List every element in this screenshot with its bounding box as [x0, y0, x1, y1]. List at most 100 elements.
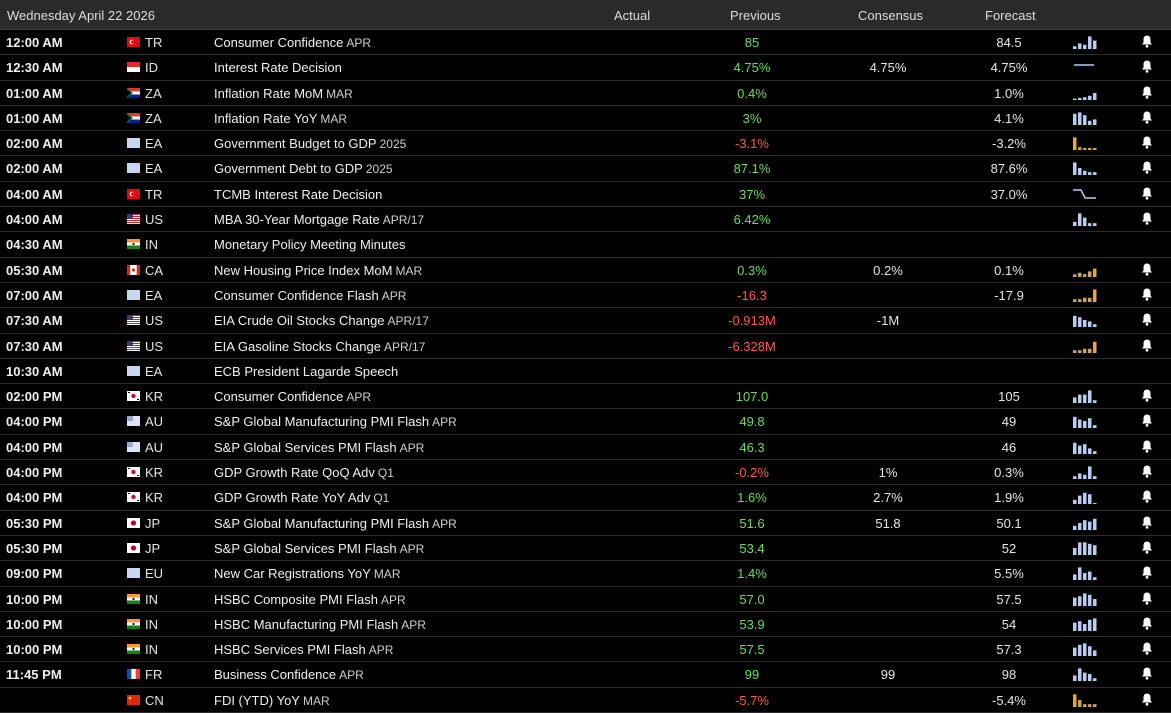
sparkline-chart[interactable] — [1072, 515, 1098, 531]
bell-icon[interactable] — [1140, 565, 1154, 580]
event-name-link[interactable]: Business Confidence APR — [214, 667, 364, 682]
table-row[interactable]: 10:00 PM IN HSBC Services PMI Flash APR 57.5… — [0, 637, 1171, 663]
sparkline-chart[interactable] — [1072, 388, 1098, 404]
table-row[interactable]: 04:00 AM TR TCMB Interest Rate Decision 37%… — [0, 181, 1171, 208]
event-name-link[interactable]: S&P Global Services PMI Flash APR — [214, 440, 424, 455]
bell-icon[interactable] — [1140, 211, 1154, 226]
table-row[interactable]: 01:00 AM ZA Inflation Rate YoY MAR 3% 4.1% — [0, 105, 1171, 132]
sparkline-chart[interactable] — [1072, 413, 1098, 429]
table-row[interactable]: 05:30 PM JP S&P Global Manufacturing PMI F… — [0, 510, 1171, 536]
table-row[interactable]: 04:00 PM AU S&P Global Manufacturing PMI F… — [0, 409, 1171, 435]
sparkline-chart[interactable] — [1072, 565, 1098, 581]
event-name-link[interactable]: Government Debt to GDP 2025 — [214, 161, 393, 176]
table-row[interactable]: 05:30 AM CA New Housing Price Index MoM MAR… — [0, 257, 1171, 283]
header-consensus[interactable]: Consensus — [858, 8, 923, 23]
sparkline-chart[interactable] — [1072, 287, 1098, 303]
event-name-link[interactable]: Monetary Policy Meeting Minutes — [214, 237, 405, 252]
sparkline-chart[interactable] — [1072, 666, 1098, 682]
sparkline-chart[interactable] — [1072, 591, 1098, 607]
bell-icon[interactable] — [1140, 591, 1154, 606]
bell-icon[interactable] — [1140, 540, 1154, 555]
table-row[interactable]: 04:00 AM US MBA 30-Year Mortgage Rate APR/1… — [0, 207, 1171, 233]
sparkline-chart[interactable] — [1072, 211, 1098, 227]
table-row[interactable]: 07:30 AM US EIA Crude Oil Stocks Change APR… — [0, 308, 1171, 334]
bell-icon[interactable] — [1140, 135, 1154, 150]
table-row[interactable]: 02:00 PM KR Consumer Confidence APR 107.0 105 — [0, 384, 1171, 410]
table-row[interactable]: 12:00 AM TR Consumer Confidence APR 85 84.5 — [0, 30, 1171, 56]
table-row[interactable]: 02:00 AM EA Government Budget to GDP 2025 -3… — [0, 131, 1171, 157]
sparkline-chart[interactable] — [1072, 160, 1098, 176]
table-row[interactable]: 10:00 PM IN HSBC Composite PMI Flash APR 57.… — [0, 586, 1171, 612]
bell-icon[interactable] — [1140, 59, 1154, 74]
bell-icon[interactable] — [1140, 262, 1154, 277]
sparkline-chart[interactable] — [1072, 439, 1098, 455]
event-name-link[interactable]: Government Budget to GDP 2025 — [214, 136, 406, 151]
sparkline-chart[interactable] — [1072, 312, 1098, 328]
bell-icon[interactable] — [1140, 34, 1154, 49]
event-name-link[interactable]: Inflation Rate YoY MAR — [214, 111, 347, 126]
event-name-link[interactable]: GDP Growth Rate YoY Adv Q1 — [214, 490, 389, 505]
sparkline-chart[interactable] — [1072, 135, 1098, 151]
bell-icon[interactable] — [1140, 616, 1154, 631]
header-previous[interactable]: Previous — [730, 8, 781, 23]
table-row[interactable]: 10:30 AM EA ECB President Lagarde Speech — [0, 358, 1171, 385]
event-name-link[interactable]: MBA 30-Year Mortgage Rate APR/17 — [214, 212, 424, 227]
table-row[interactable]: 04:00 PM KR GDP Growth Rate QoQ Adv Q1 -0.2%… — [0, 460, 1171, 486]
bell-icon[interactable] — [1140, 489, 1154, 504]
event-name-link[interactable]: Consumer Confidence APR — [214, 35, 371, 50]
table-row[interactable]: 04:00 PM AU S&P Global Services PMI Flash A… — [0, 434, 1171, 461]
sparkline-chart[interactable] — [1072, 641, 1098, 657]
table-row[interactable]: 12:30 AM ID Interest Rate Decision 4.75% 4.7… — [0, 55, 1171, 81]
event-name-link[interactable]: TCMB Interest Rate Decision — [214, 187, 382, 202]
table-row[interactable]: 09:00 PM EU New Car Registrations YoY MAR 1.… — [0, 561, 1171, 587]
event-name-link[interactable]: S&P Global Manufacturing PMI Flash APR — [214, 414, 457, 429]
sparkline-chart[interactable] — [1072, 540, 1098, 556]
bell-icon[interactable] — [1140, 641, 1154, 656]
table-row[interactable]: 05:30 PM JP S&P Global Services PMI Flash A… — [0, 535, 1171, 562]
sparkline-chart[interactable] — [1072, 110, 1098, 126]
bell-icon[interactable] — [1140, 312, 1154, 327]
sparkline-chart[interactable] — [1072, 85, 1098, 101]
event-name-link[interactable]: Consumer Confidence Flash APR — [214, 288, 406, 303]
bell-icon[interactable] — [1140, 439, 1154, 454]
event-name-link[interactable]: New Housing Price Index MoM MAR — [214, 263, 422, 278]
event-name-link[interactable]: HSBC Services PMI Flash APR — [214, 642, 393, 657]
sparkline-chart[interactable] — [1072, 59, 1098, 75]
table-row[interactable]: 02:00 AM EA Government Debt to GDP 2025 87.1… — [0, 156, 1171, 182]
table-row[interactable]: 01:00 AM ZA Inflation Rate MoM MAR 0.4% 1.0% — [0, 80, 1171, 106]
table-row[interactable]: CN FDI (YTD) YoY MAR -5.7% -5.4% — [0, 687, 1171, 713]
sparkline-chart[interactable] — [1072, 262, 1098, 278]
table-row[interactable]: 04:30 AM IN Monetary Policy Meeting Minute… — [0, 232, 1171, 258]
event-name-link[interactable]: EIA Crude Oil Stocks Change APR/17 — [214, 313, 429, 328]
sparkline-chart[interactable] — [1072, 338, 1098, 354]
bell-icon[interactable] — [1140, 160, 1154, 175]
bell-icon[interactable] — [1140, 666, 1154, 681]
table-row[interactable]: 11:45 PM FR Business Confidence APR 99 99 98 — [0, 662, 1171, 688]
event-name-link[interactable]: EIA Gasoline Stocks Change APR/17 — [214, 339, 425, 354]
sparkline-chart[interactable] — [1072, 464, 1098, 480]
header-forecast[interactable]: Forecast — [985, 8, 1036, 23]
event-name-link[interactable]: Inflation Rate MoM MAR — [214, 86, 353, 101]
event-name-link[interactable]: S&P Global Manufacturing PMI Flash APR — [214, 516, 457, 531]
bell-icon[interactable] — [1140, 287, 1154, 302]
sparkline-chart[interactable] — [1072, 34, 1098, 50]
bell-icon[interactable] — [1140, 413, 1154, 428]
bell-icon[interactable] — [1140, 85, 1154, 100]
table-row[interactable]: 07:30 AM US EIA Gasoline Stocks Change APR/… — [0, 333, 1171, 359]
event-name-link[interactable]: Interest Rate Decision — [214, 60, 342, 75]
header-actual[interactable]: Actual — [614, 8, 650, 23]
sparkline-chart[interactable] — [1072, 489, 1098, 505]
table-row[interactable]: 04:00 PM KR GDP Growth Rate YoY Adv Q1 1.6% 2… — [0, 485, 1171, 511]
bell-icon[interactable] — [1140, 110, 1154, 125]
bell-icon[interactable] — [1140, 338, 1154, 353]
event-name-link[interactable]: HSBC Manufacturing PMI Flash APR — [214, 617, 426, 632]
bell-icon[interactable] — [1140, 692, 1154, 707]
sparkline-chart[interactable] — [1072, 616, 1098, 632]
event-name-link[interactable]: GDP Growth Rate QoQ Adv Q1 — [214, 465, 394, 480]
table-row[interactable]: 07:00 AM EA Consumer Confidence Flash APR -1… — [0, 282, 1171, 309]
sparkline-chart[interactable] — [1072, 692, 1098, 708]
bell-icon[interactable] — [1140, 388, 1154, 403]
sparkline-chart[interactable] — [1072, 186, 1098, 202]
bell-icon[interactable] — [1140, 515, 1154, 530]
event-name-link[interactable]: ECB President Lagarde Speech — [214, 364, 398, 379]
